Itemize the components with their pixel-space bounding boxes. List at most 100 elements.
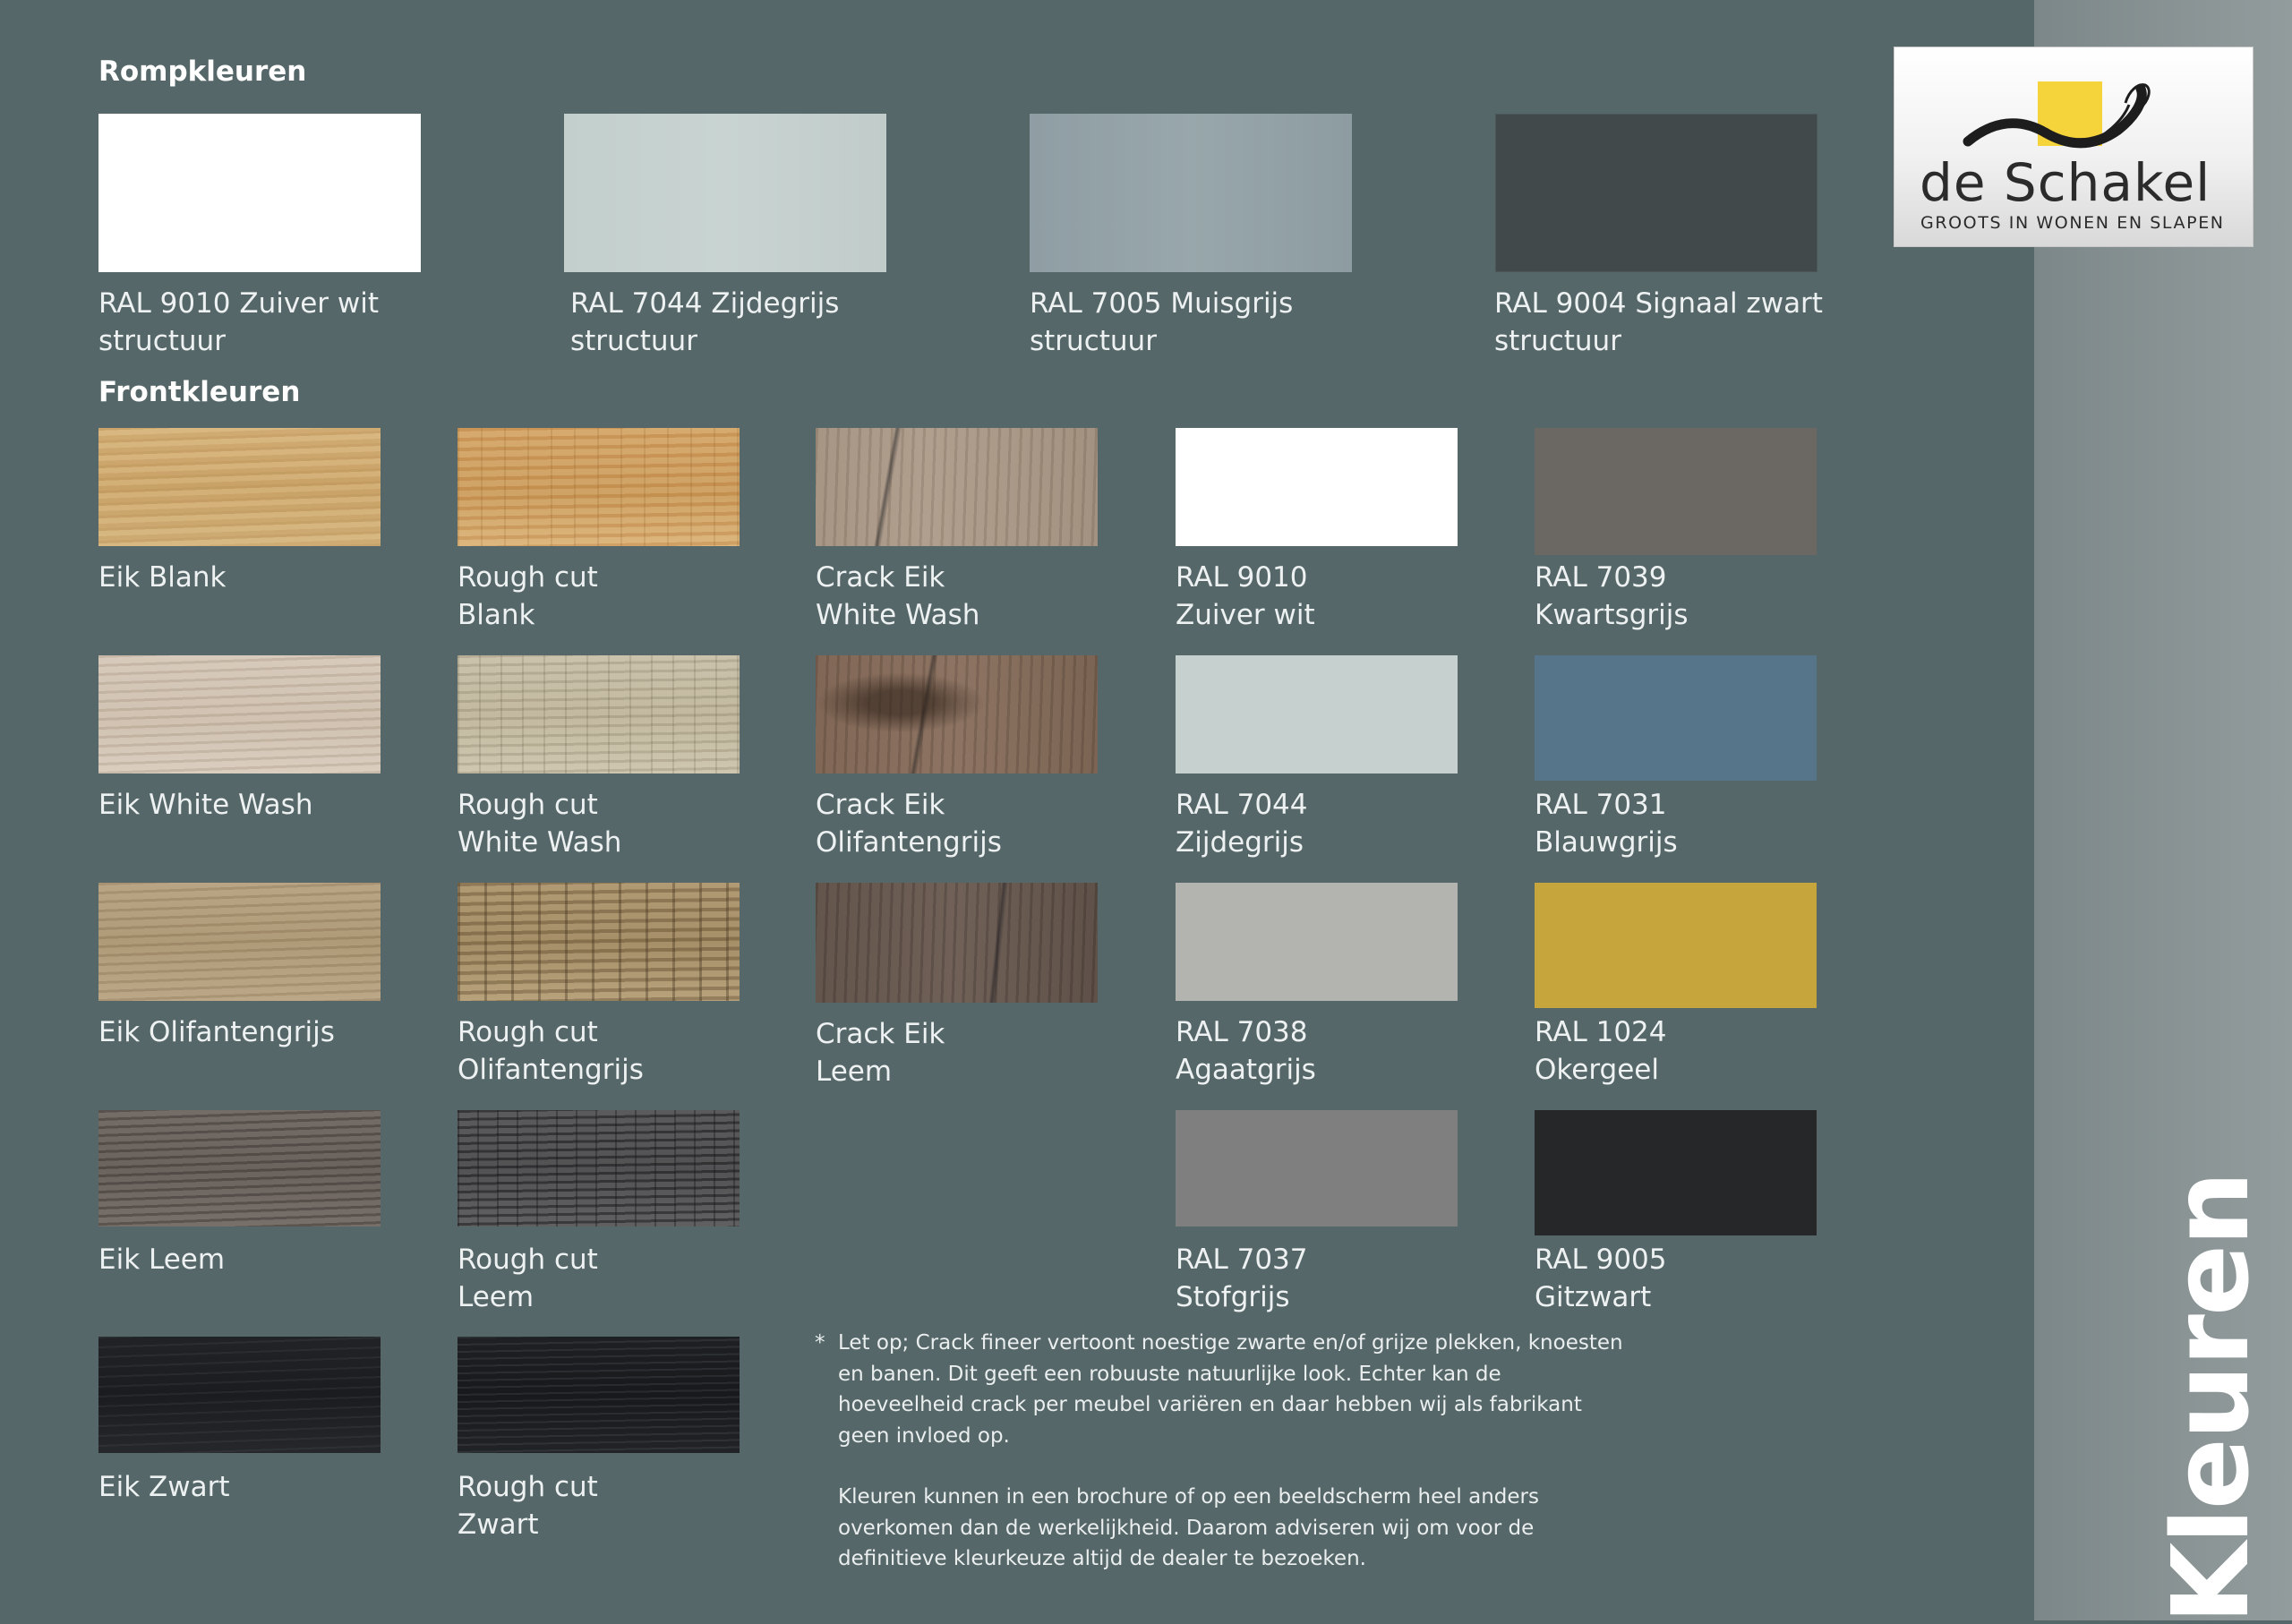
note-marker: * bbox=[815, 1331, 825, 1355]
label-line-2: Stofgrijs bbox=[1176, 1281, 1290, 1313]
label-line-1: Eik Zwart bbox=[98, 1471, 230, 1503]
label-line-2: structuur bbox=[570, 325, 697, 357]
body-colors-heading: Rompkleuren bbox=[98, 56, 307, 88]
label-line-1: RAL 9010 Zuiver wit bbox=[98, 287, 379, 320]
label-line-1: RAL 7039 bbox=[1535, 561, 1667, 594]
label-line-2: structuur bbox=[1030, 325, 1157, 357]
swatch-label: Crack Eik Leem bbox=[816, 1015, 945, 1090]
label-line-2: Zwart bbox=[458, 1509, 539, 1541]
swatch-label: RAL 7031 Blauwgrijs bbox=[1535, 786, 1678, 861]
label-line-1: Eik White Wash bbox=[98, 789, 313, 821]
swatch-rough-cut-leem bbox=[458, 1110, 740, 1227]
label-line-1: Rough cut bbox=[458, 1016, 598, 1048]
label-line-2: Olifantengrijs bbox=[816, 826, 1002, 859]
swatch-label: Eik Zwart bbox=[98, 1468, 230, 1506]
label-line-1: Crack Eik bbox=[816, 789, 945, 821]
label-line-1: RAL 1024 bbox=[1535, 1016, 1667, 1048]
swatch-eik-zwart bbox=[98, 1337, 381, 1453]
swatch-label: Rough cut Zwart bbox=[458, 1468, 598, 1543]
swatch-label: RAL 7005 Muisgrijs structuur bbox=[1030, 285, 1293, 360]
label-line-2: Zuiver wit bbox=[1176, 599, 1315, 631]
swatch-label: Rough cut White Wash bbox=[458, 786, 621, 861]
swatch-rough-cut-olifantengrijs bbox=[458, 883, 740, 1001]
note-paragraph-crack: Let op; Crack fineer vertoont noestige z… bbox=[838, 1331, 1623, 1448]
swatch-ral-9005 bbox=[1535, 1110, 1817, 1235]
label-line-2: White Wash bbox=[458, 826, 622, 859]
swatch-label: Rough cut Blank bbox=[458, 559, 598, 634]
swatch-label: RAL 7038 Agaatgrijs bbox=[1176, 1013, 1316, 1089]
label-line-1: RAL 7031 bbox=[1535, 789, 1667, 821]
swatch-label: RAL 9010 Zuiver wit bbox=[1176, 559, 1315, 634]
label-line-2: Leem bbox=[458, 1281, 535, 1313]
label-line-2: Zijdegrijs bbox=[1176, 826, 1304, 859]
swatch-label: RAL 1024 Okergeel bbox=[1535, 1013, 1667, 1089]
label-line-1: RAL 9010 bbox=[1176, 561, 1308, 594]
label-line-2: Leem bbox=[816, 1056, 893, 1088]
label-line-1: RAL 9005 bbox=[1535, 1244, 1667, 1276]
label-line-2: Blank bbox=[458, 599, 535, 631]
label-line-1: Crack Eik bbox=[816, 561, 945, 594]
swatch-label: RAL 9010 Zuiver wit structuur bbox=[98, 285, 379, 360]
swatch-label: RAL 7039 Kwartsgrijs bbox=[1535, 559, 1689, 634]
swatch-ral-9010 bbox=[1176, 428, 1458, 546]
label-line-2: Gitzwart bbox=[1535, 1281, 1652, 1313]
label-line-1: Rough cut bbox=[458, 1244, 598, 1276]
brand-logo: de Schakel GROOTS IN WONEN EN SLAPEN bbox=[1894, 47, 2253, 246]
swatch-eik-leem bbox=[98, 1110, 381, 1227]
swatch-ral-7044 bbox=[1176, 655, 1458, 774]
label-line-2: Kwartsgrijs bbox=[1535, 599, 1689, 631]
label-line-2: White Wash bbox=[816, 599, 980, 631]
label-line-1: Rough cut bbox=[458, 1471, 598, 1503]
swatch-eik-olifantengrijs bbox=[98, 883, 381, 1001]
swatch-label: RAL 9004 Signaal zwart structuur bbox=[1494, 285, 1823, 360]
swatch-label: Eik Leem bbox=[98, 1241, 225, 1278]
swatch-label: Rough cut Olifantengrijs bbox=[458, 1013, 644, 1089]
label-line-1: Rough cut bbox=[458, 789, 598, 821]
label-line-1: RAL 9004 Signaal zwart bbox=[1494, 287, 1823, 320]
brand-name: de Schakel bbox=[1920, 152, 2211, 213]
swatch-ral-9004-structuur bbox=[1495, 114, 1817, 272]
label-line-1: RAL 7037 bbox=[1176, 1244, 1308, 1276]
swatch-label: Eik White Wash bbox=[98, 786, 312, 824]
swatch-label: RAL 7044 Zijdegrijs structuur bbox=[570, 285, 839, 360]
swatch-ral-7005-structuur bbox=[1030, 114, 1352, 272]
label-line-2: structuur bbox=[98, 325, 226, 357]
label-line-2: Okergeel bbox=[1535, 1054, 1659, 1086]
label-line-1: RAL 7044 bbox=[1176, 789, 1308, 821]
swatch-rough-cut-white-wash bbox=[458, 655, 740, 774]
swatch-ral-7038 bbox=[1176, 883, 1458, 1001]
label-line-1: Crack Eik bbox=[816, 1018, 945, 1050]
swatch-label: RAL 7044 Zijdegrijs bbox=[1176, 786, 1308, 861]
label-line-1: RAL 7038 bbox=[1176, 1016, 1308, 1048]
label-line-2: Blauwgrijs bbox=[1535, 826, 1678, 859]
swatch-crack-eik-olifantengrijs bbox=[816, 655, 1098, 774]
label-line-2: Agaatgrijs bbox=[1176, 1054, 1316, 1086]
label-line-1: Eik Leem bbox=[98, 1244, 226, 1276]
swatch-label: Rough cut Leem bbox=[458, 1241, 598, 1316]
swatch-label: Crack Eik White Wash bbox=[816, 559, 979, 634]
swatch-ral-1024 bbox=[1535, 883, 1817, 1008]
swatch-label: Eik Blank bbox=[98, 559, 226, 596]
swatch-crack-eik-white-wash bbox=[816, 428, 1098, 546]
swatch-label: RAL 9005 Gitzwart bbox=[1535, 1241, 1667, 1316]
footnote: Let op; Crack fineer vertoont noestige z… bbox=[838, 1328, 1626, 1605]
brand-tagline: GROOTS IN WONEN EN SLAPEN bbox=[1920, 213, 2225, 233]
swatch-ral-7037 bbox=[1176, 1110, 1458, 1227]
label-line-1: Eik Blank bbox=[98, 561, 227, 594]
label-line-1: Rough cut bbox=[458, 561, 598, 594]
swatch-ral-9010-structuur bbox=[98, 114, 421, 272]
swatch-label: RAL 7037 Stofgrijs bbox=[1176, 1241, 1308, 1316]
swatch-ral-7044-structuur bbox=[564, 114, 886, 272]
swatch-rough-cut-zwart bbox=[458, 1337, 740, 1453]
label-line-1: RAL 7005 Muisgrijs bbox=[1030, 287, 1294, 320]
swatch-label: Eik Olifantengrijs bbox=[98, 1013, 335, 1051]
swatch-ral-7039 bbox=[1535, 428, 1817, 555]
swatch-rough-cut-blank bbox=[458, 428, 740, 546]
label-line-2: Olifantengrijs bbox=[458, 1054, 644, 1086]
swatch-eik-white-wash bbox=[98, 655, 381, 774]
swatch-eik-blank bbox=[98, 428, 381, 546]
swatch-ral-7031 bbox=[1535, 655, 1817, 781]
label-line-1: Eik Olifantengrijs bbox=[98, 1016, 335, 1048]
note-paragraph-colors: Kleuren kunnen in een brochure of op een… bbox=[838, 1485, 1539, 1570]
side-title: Kleuren bbox=[2149, 1173, 2272, 1624]
